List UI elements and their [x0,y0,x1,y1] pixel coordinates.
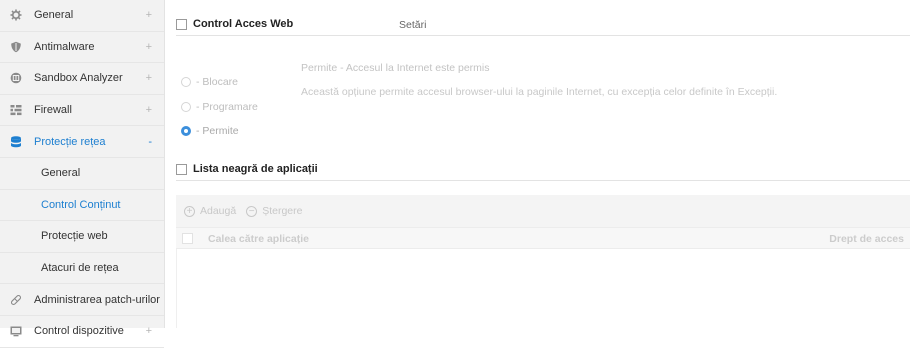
main-panel: Control Acces Web Setări - Blocare - Pro… [164,0,910,328]
sidebar-item-device-control[interactable]: Control dispozitive + [0,316,164,348]
radio-option-block[interactable]: - Blocare [181,76,238,88]
radio-label: - Blocare [196,76,239,88]
option-description-title: Permite - Accesul la Internet este permi… [301,62,490,74]
sidebar-item-firewall[interactable]: Firewall + [0,95,164,127]
sidebar: General + Antimalware + Sandbox Analyzer… [0,0,165,348]
blacklist-checkbox[interactable] [176,163,187,175]
network-protection-icon [10,135,22,148]
add-label: Adaugă [200,205,237,217]
expand-icon[interactable]: + [146,325,152,337]
add-button[interactable]: + Adaugă [184,205,236,217]
gear-icon [10,9,22,21]
column-header-access[interactable]: Drept de acces [829,233,904,245]
plus-icon: + [184,205,195,217]
expand-icon[interactable]: + [146,41,152,53]
expand-icon[interactable]: + [146,72,152,84]
collapse-icon[interactable]: - [148,136,152,148]
blacklist-title: Lista neagră de aplicații [193,163,318,175]
device-icon [10,325,22,337]
sidebar-item-sandbox-analyzer[interactable]: Sandbox Analyzer + [0,63,164,95]
radio-option-schedule[interactable]: - Programare [181,101,258,113]
blacklist-table-body [176,249,910,328]
sandbox-icon [10,72,22,84]
sidebar-subitem-label: General [41,167,81,180]
radio-label: - Permite [196,125,239,137]
blacklist-header: Lista neagră de aplicații [176,161,318,177]
sidebar-subitem-content-control[interactable]: Control Conținut [0,189,164,222]
sidebar-item-general[interactable]: General + [0,0,164,32]
patch-icon [10,294,22,306]
divider [176,180,910,181]
radio-option-allow[interactable]: - Permite [181,125,239,137]
sidebar-item-patch-management[interactable]: Administrarea patch-urilor [0,284,164,316]
sidebar-item-antimalware[interactable]: Antimalware + [0,32,164,64]
web-access-header: Control Acces Web [176,16,293,32]
radio-label: - Programare [196,101,258,113]
blacklist-table-header: Calea către aplicație Drept de acces [176,227,910,249]
column-header-path[interactable]: Calea către aplicație [208,233,309,245]
sidebar-item-label: Sandbox Analyzer [34,72,123,85]
sidebar-subitem-network-attacks[interactable]: Atacuri de rețea [0,252,164,285]
sidebar-subitem-web-protection[interactable]: Protecție web [0,221,164,253]
delete-button[interactable]: − Ștergere [246,205,302,217]
blacklist-toolbar: + Adaugă − Ștergere [176,195,910,227]
sidebar-subitem-general[interactable]: General [0,157,164,190]
sidebar-item-label: Firewall [34,104,72,117]
radio-button[interactable] [181,102,191,112]
radio-button-selected[interactable] [181,126,191,136]
minus-icon: − [246,205,258,217]
web-access-checkbox[interactable] [176,18,187,30]
sidebar-item-label: Control dispozitive [34,325,124,338]
firewall-icon [10,104,22,116]
sidebar-subitem-label: Control Conținut [41,198,121,211]
sidebar-subitem-label: Protecție web [41,230,108,243]
expand-icon[interactable]: + [146,104,152,116]
sidebar-item-label: General [34,9,74,22]
sidebar-subitem-label: Atacuri de rețea [41,262,119,275]
sidebar-item-network-protection[interactable]: Protecție rețea - [0,126,164,158]
sidebar-item-label: Administrarea patch-urilor [34,293,160,306]
option-description-text: Această opțiune permite accesul browser-… [301,86,778,98]
shield-icon [10,41,22,53]
sidebar-item-label: Protecție rețea [34,135,106,148]
web-access-title: Control Acces Web [193,18,294,30]
radio-button[interactable] [181,77,191,87]
sidebar-item-label: Antimalware [34,40,95,53]
select-all-checkbox[interactable] [182,233,193,244]
settings-link[interactable]: Setări [399,19,426,31]
delete-label: Ștergere [262,205,303,217]
divider [176,35,910,36]
expand-icon[interactable]: + [146,9,152,21]
